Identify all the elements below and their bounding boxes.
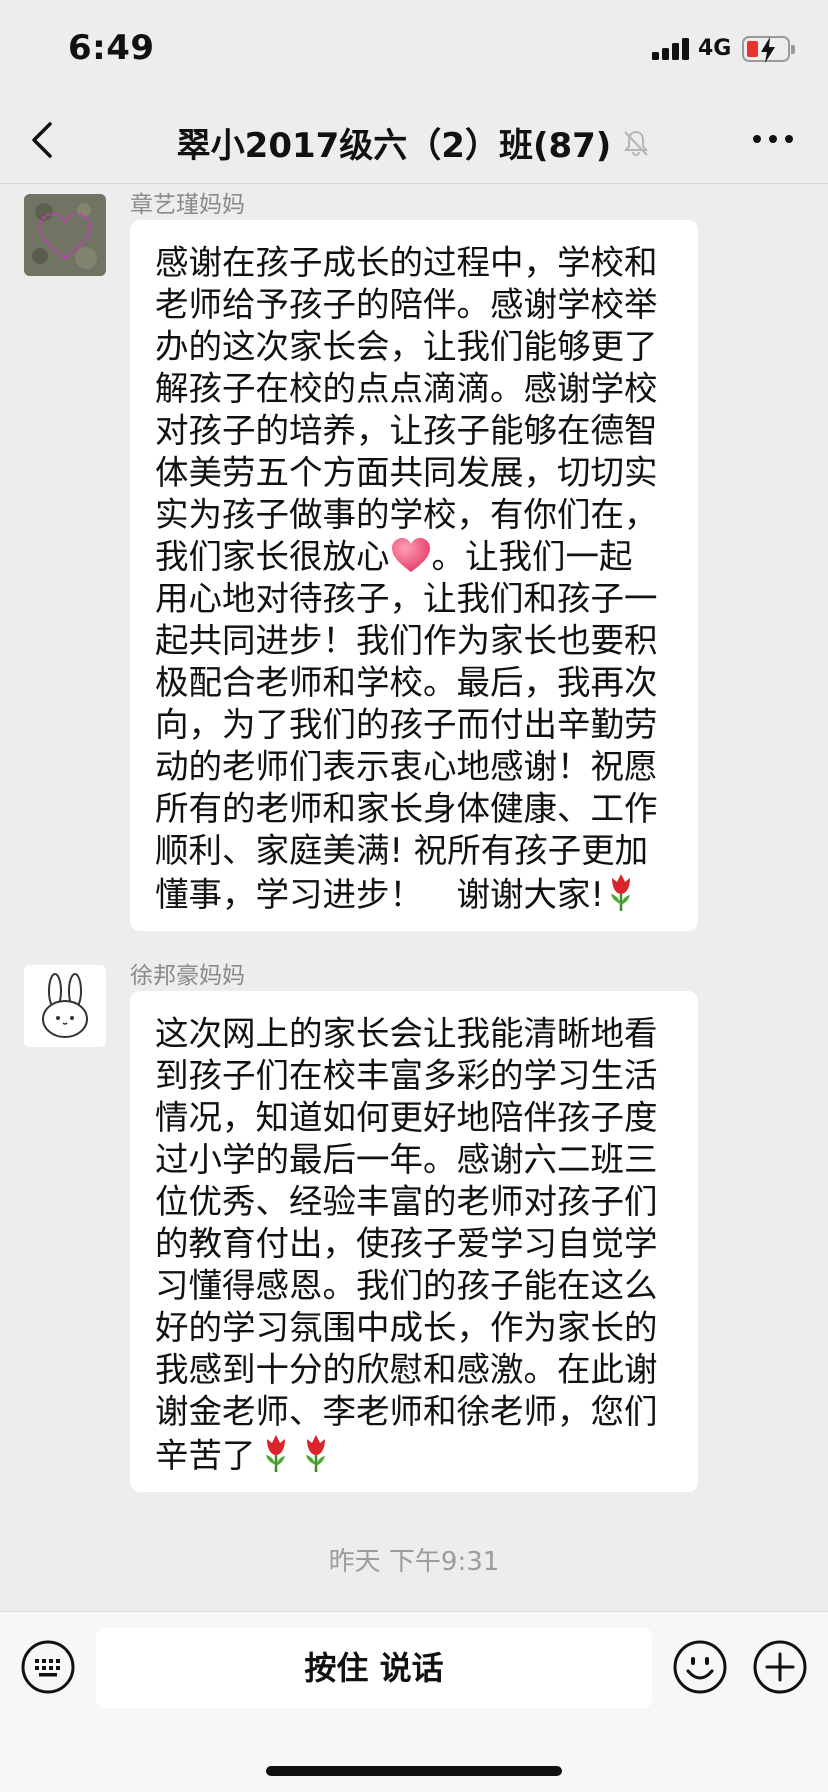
message-line: 用心地对待孩子，让我们和孩子一 — [155, 579, 658, 618]
message-timestamp: 昨天 下午9:31 — [328, 1547, 500, 1577]
more-icon — [753, 135, 793, 143]
hold-to-talk-button[interactable]: 按住 说话 — [96, 1628, 652, 1708]
heart-emoji — [391, 538, 430, 572]
more-button[interactable] — [750, 124, 796, 154]
message-line: 所有的老师和家长身体健康、工作 — [155, 789, 658, 828]
message-line: 的教育付出，使孩子爱学习自觉学 — [155, 1224, 658, 1263]
input-bar: 按住 说话 — [0, 1611, 828, 1792]
status-time: 6:49 — [68, 28, 155, 68]
battery-icon — [742, 36, 795, 63]
chat-title-area: 翠小2017级六（2）班(87) — [0, 118, 828, 167]
voice-keyboard-toggle[interactable] — [20, 1639, 76, 1695]
plus-icon — [753, 1640, 807, 1694]
message-bubble[interactable]: 感谢在孩子成长的过程中，学校和 老师给予孩子的陪伴。感谢学校举 办的这次家长会，… — [130, 220, 698, 931]
sender-name: 章艺瑾妈妈 — [130, 192, 245, 218]
message-line: 解孩子在校的点点滴滴。感谢学校 — [155, 369, 658, 408]
chat-messages[interactable]: 章艺瑾妈妈 感谢在孩子成长的过程中，学校和 老师给予孩子的陪伴。感谢学校举 办的… — [0, 185, 828, 1610]
avatar[interactable] — [24, 965, 106, 1047]
message-line-with-emoji: 我们家长很放心 。让我们一起 — [155, 536, 674, 578]
message-line: 习懂得感恩。我们的孩子能在这么 — [155, 1266, 658, 1305]
message-text: 我们家长很放心 — [155, 537, 390, 576]
emoji-icon — [673, 1640, 727, 1694]
page-title: 翠小2017级六（2）班(87) — [176, 126, 612, 166]
message-text: 辛苦了 — [155, 1436, 256, 1475]
home-indicator — [266, 1766, 562, 1776]
tulip-emoji — [265, 1435, 285, 1472]
message-line: 向，为了我们的孩子而付出辛勤劳 — [155, 705, 658, 744]
message-line: 好的学习氛围中成长，作为家长的 — [155, 1308, 658, 1347]
signal-icon — [652, 38, 692, 60]
message-line: 极配合老师和学校。最后，我再次 — [155, 663, 658, 702]
sender-name: 徐邦豪妈妈 — [130, 963, 245, 989]
message-line: 老师给予孩子的陪伴。感谢学校举 — [155, 285, 658, 324]
message-line-with-emoji: 辛苦了 — [155, 1433, 674, 1477]
keyboard-icon — [21, 1640, 75, 1694]
message-text: 懂事，学习进步！ 谢谢大家! — [155, 875, 604, 914]
status-bar: 6:49 4G — [0, 0, 828, 96]
message-line: 实为孩子做事的学校，有你们在， — [155, 495, 658, 534]
message-line: 过小学的最后一年。感谢六二班三 — [155, 1140, 658, 1179]
mute-icon — [624, 130, 649, 156]
message-line: 位优秀、经验丰富的老师对孩子们 — [155, 1182, 658, 1221]
message-line: 情况，知道如何更好地陪伴孩子度 — [155, 1098, 658, 1137]
message-bubble[interactable]: 这次网上的家长会让我能清晰地看 到孩子们在校丰富多彩的学习生活 情况，知道如何更… — [130, 991, 698, 1492]
message-line: 对孩子的培养，让孩子能够在德智 — [155, 411, 658, 450]
message-line: 顺利、家庭美满! 祝所有孩子更加 — [155, 831, 649, 870]
tulip-emoji — [305, 1435, 325, 1472]
message-line: 这次网上的家长会让我能清晰地看 — [155, 1014, 658, 1053]
avatar[interactable] — [24, 194, 106, 276]
message-line: 我感到十分的欣慰和感激。在此谢 — [155, 1350, 658, 1389]
more-functions-button[interactable] — [752, 1639, 808, 1695]
message-line: 动的老师们表示衷心地感谢！祝愿 — [155, 747, 658, 786]
message-text: 。让我们一起 — [431, 537, 633, 576]
tulip-emoji — [610, 874, 630, 911]
message-line: 谢金老师、李老师和徐老师，您们 — [155, 1392, 658, 1431]
chat-header: 翠小2017级六（2）班(87) — [0, 96, 828, 184]
network-type: 4G — [698, 36, 732, 61]
message-line: 办的这次家长会，让我们能够更了 — [155, 327, 658, 366]
message-line: 到孩子们在校丰富多彩的学习生活 — [155, 1056, 658, 1095]
emoji-button[interactable] — [672, 1639, 728, 1695]
message-line: 起共同进步！我们作为家长也要积 — [155, 621, 658, 660]
message-line: 体美劳五个方面共同发展，切切实 — [155, 453, 658, 492]
message-line: 感谢在孩子成长的过程中，学校和 — [155, 243, 658, 282]
message-line-with-emoji: 懂事，学习进步！ 谢谢大家! — [155, 872, 674, 916]
